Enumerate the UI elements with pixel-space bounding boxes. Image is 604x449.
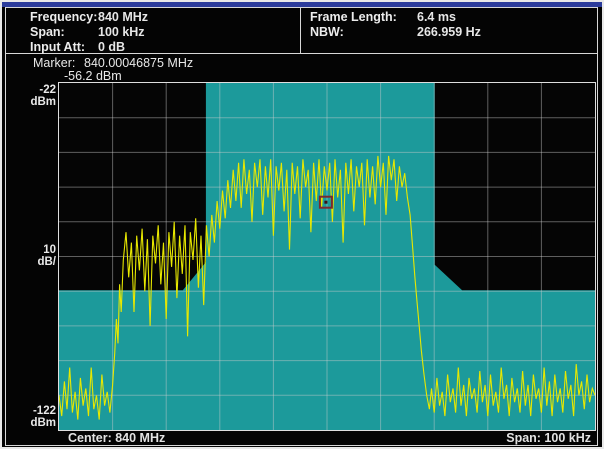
nbw-row: NBW: 266.959 Hz [310,24,481,39]
nbw-value: 266.959 Hz [417,25,481,39]
span-value: 100 kHz [98,25,145,39]
marker-readout-label: Marker: [33,56,75,70]
span-footer-label: Span: 100 kHz [506,431,591,445]
frame-length-label: Frame Length: [310,10,417,24]
frame-length-value: 6.4 ms [417,10,456,24]
input-att-row: Input Att: 0 dB [30,39,148,54]
frequency-label: Frequency: [30,10,98,24]
center-frequency-footer-label: Center: 840 MHz [68,431,165,445]
y-axis-scale-per-div-label: 10 dB/ [4,245,56,268]
frequency-value: 840 MHz [98,10,148,24]
y-axis-bottom-level-label: -122 dBm [4,406,56,429]
y-axis-reference-level-label: -22 dBm [4,85,56,108]
frame-length-row: Frame Length: 6.4 ms [310,9,481,24]
header-right-panel: Frame Length: 6.4 ms NBW: 266.959 Hz [310,9,481,39]
input-att-label: Input Att: [30,40,98,54]
marker-center-dot [324,201,327,204]
input-att-value: 0 dB [98,40,125,54]
spectrum-analyzer-screen: Frequency: 840 MHz Span: 100 kHz Input A… [0,0,604,449]
nbw-label: NBW: [310,25,417,39]
header-left-panel: Frequency: 840 MHz Span: 100 kHz Input A… [30,9,148,54]
spectrum-plot-area [58,82,596,431]
span-label: Span: [30,25,98,39]
marker-amplitude-value: -56.2 dBm [64,69,122,83]
span-row: Span: 100 kHz [30,24,148,39]
marker-frequency-value: 840.00046875 MHz [84,56,193,70]
top-accent-bar [2,2,602,7]
spectrum-plot-svg [59,83,595,430]
header-divider-line [300,8,301,53]
frequency-row: Frequency: 840 MHz [30,9,148,24]
